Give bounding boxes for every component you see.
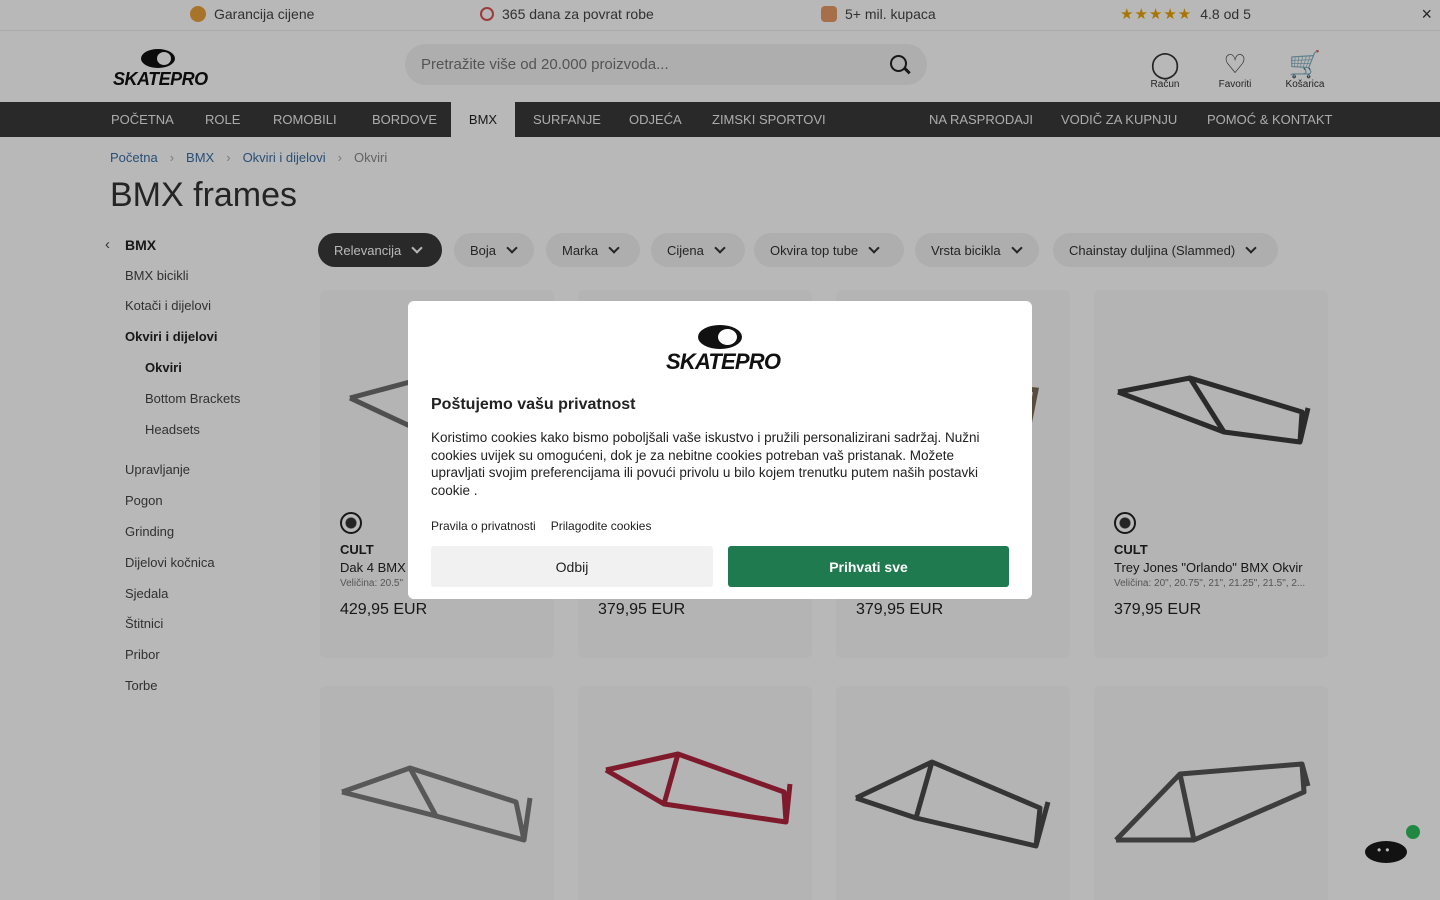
privacy-policy-link[interactable]: Pravila o privatnosti [431,519,536,533]
modal-body: Koristimo cookies kako bismo poboljšali … [431,430,980,498]
cookie-consent-modal: SKATEPRO Poštujemo vašu privatnost Koris… [408,301,1032,599]
modal-title: Poštujemo vašu privatnost [431,396,636,413]
page: Garancija cijene 365 dana za povrat robe… [0,0,1440,900]
modal-logo-text: SKATEPRO [666,349,781,374]
accept-all-button[interactable]: Prihvati sve [728,546,1009,587]
logo-mark-icon [698,325,742,349]
customize-cookies-link[interactable]: Prilagodite cookies [551,519,652,533]
modal-logo: SKATEPRO [666,325,781,375]
modal-links: Pravila o privatnosti Prilagodite cookie… [431,519,651,533]
deny-button[interactable]: Odbij [431,546,713,587]
